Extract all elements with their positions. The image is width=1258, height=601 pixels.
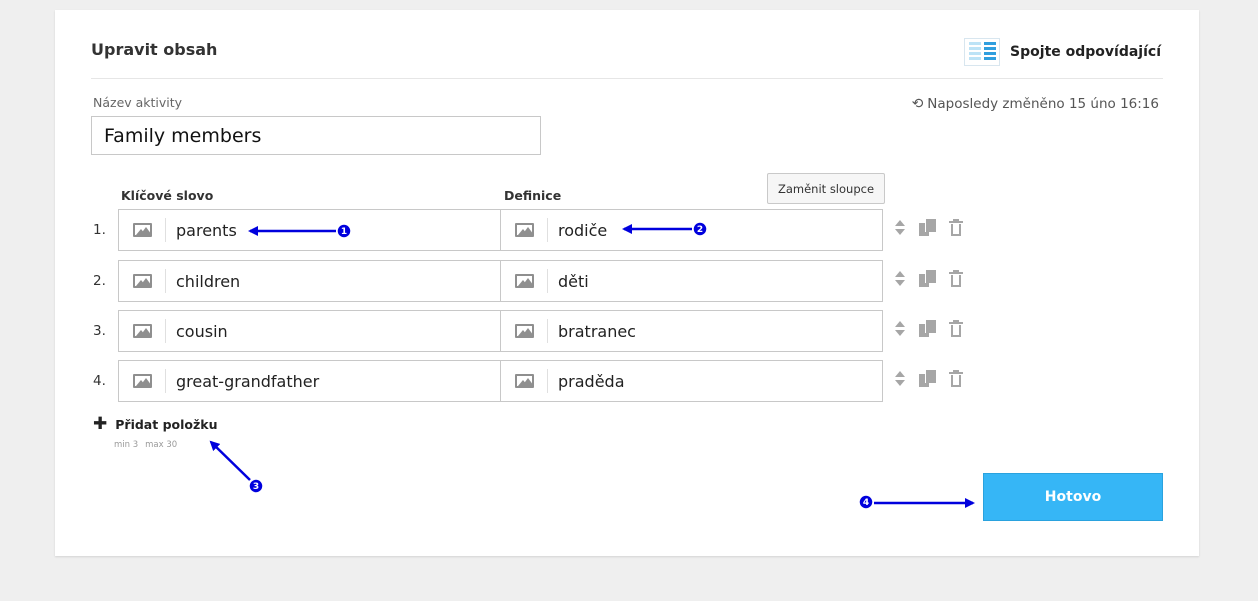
row-actions [895, 219, 963, 237]
definition-field[interactable]: rodiče [500, 209, 883, 251]
trash-icon[interactable] [949, 370, 963, 388]
keyword-field[interactable]: great-grandfather [118, 360, 501, 402]
trash-icon[interactable] [949, 270, 963, 288]
row-number: 1. [93, 222, 106, 238]
plus-icon: ✚ [93, 414, 108, 434]
activity-name-label: Název aktivity [93, 95, 183, 110]
keyword-text[interactable]: children [166, 272, 240, 291]
keyword-text[interactable]: parents [166, 221, 237, 240]
image-icon [132, 374, 152, 388]
done-button[interactable]: Hotovo [983, 473, 1163, 521]
image-icon [514, 324, 534, 338]
add-image-button[interactable] [501, 218, 548, 242]
sort-handle-icon[interactable] [895, 270, 905, 288]
table-row: 4. great-grandfather praděda [93, 360, 993, 402]
add-image-button[interactable] [119, 319, 166, 343]
keyword-text[interactable]: cousin [166, 322, 228, 341]
add-item-button[interactable]: ✚ Přidat položku [93, 416, 217, 433]
definition-field[interactable]: praděda [500, 360, 883, 402]
keyword-column-header: Klíčové slovo [121, 188, 214, 203]
header-divider [91, 78, 1163, 79]
item-limits: min 3 max 30 [114, 440, 177, 450]
add-image-button[interactable] [119, 269, 166, 293]
add-image-button[interactable] [501, 269, 548, 293]
definition-text[interactable]: bratranec [548, 322, 636, 341]
duplicate-icon[interactable] [919, 270, 936, 288]
keyword-field[interactable]: children [118, 260, 501, 302]
keyword-text[interactable]: great-grandfather [166, 372, 319, 391]
row-number: 4. [93, 373, 106, 389]
add-image-button[interactable] [501, 369, 548, 393]
sort-handle-icon[interactable] [895, 370, 905, 388]
row-actions [895, 270, 963, 288]
last-modified: ⟲ Naposledy změněno 15 úno 16:16 [912, 96, 1159, 112]
history-icon: ⟲ [911, 96, 924, 112]
keyword-field[interactable]: parents [118, 209, 501, 251]
table-row: 2. children děti [93, 260, 993, 302]
max-items: max 30 [145, 440, 178, 450]
sort-handle-icon[interactable] [895, 320, 905, 338]
table-row: 3. cousin bratranec [93, 310, 993, 352]
definition-text[interactable]: rodiče [548, 221, 607, 240]
activity-name-input[interactable] [91, 116, 541, 155]
add-image-button[interactable] [119, 218, 166, 242]
match-columns-icon [964, 38, 1001, 66]
definition-text[interactable]: praděda [548, 372, 625, 391]
add-image-button[interactable] [119, 369, 166, 393]
add-item-label[interactable]: Přidat položku [115, 417, 217, 432]
image-icon [132, 324, 152, 338]
keyword-field[interactable]: cousin [118, 310, 501, 352]
definition-text[interactable]: děti [548, 272, 589, 291]
duplicate-icon[interactable] [919, 219, 936, 237]
definition-column-header: Definice [504, 188, 562, 203]
sort-handle-icon[interactable] [895, 219, 905, 237]
image-icon [514, 223, 534, 237]
min-items: min 3 [114, 440, 139, 450]
definition-field[interactable]: děti [500, 260, 883, 302]
image-icon [514, 374, 534, 388]
duplicate-icon[interactable] [919, 320, 936, 338]
page-title: Upravit obsah [91, 40, 218, 59]
activity-type-badge: Spojte odpovídající [964, 38, 1161, 66]
row-number: 2. [93, 273, 106, 289]
definition-field[interactable]: bratranec [500, 310, 883, 352]
last-modified-text: Naposledy změněno 15 úno 16:16 [927, 96, 1159, 112]
row-number: 3. [93, 323, 106, 339]
duplicate-icon[interactable] [919, 370, 936, 388]
activity-type-label: Spojte odpovídající [1010, 44, 1161, 60]
table-row: 1. parents rodiče [93, 209, 993, 251]
image-icon [132, 223, 152, 237]
swap-columns-button[interactable]: Zaměnit sloupce [767, 173, 885, 204]
edit-content-panel: Upravit obsah Spojte odpovídající Název … [55, 10, 1199, 556]
image-icon [132, 274, 152, 288]
row-actions [895, 370, 963, 388]
add-image-button[interactable] [501, 319, 548, 343]
row-actions [895, 320, 963, 338]
trash-icon[interactable] [949, 219, 963, 237]
image-icon [514, 274, 534, 288]
trash-icon[interactable] [949, 320, 963, 338]
